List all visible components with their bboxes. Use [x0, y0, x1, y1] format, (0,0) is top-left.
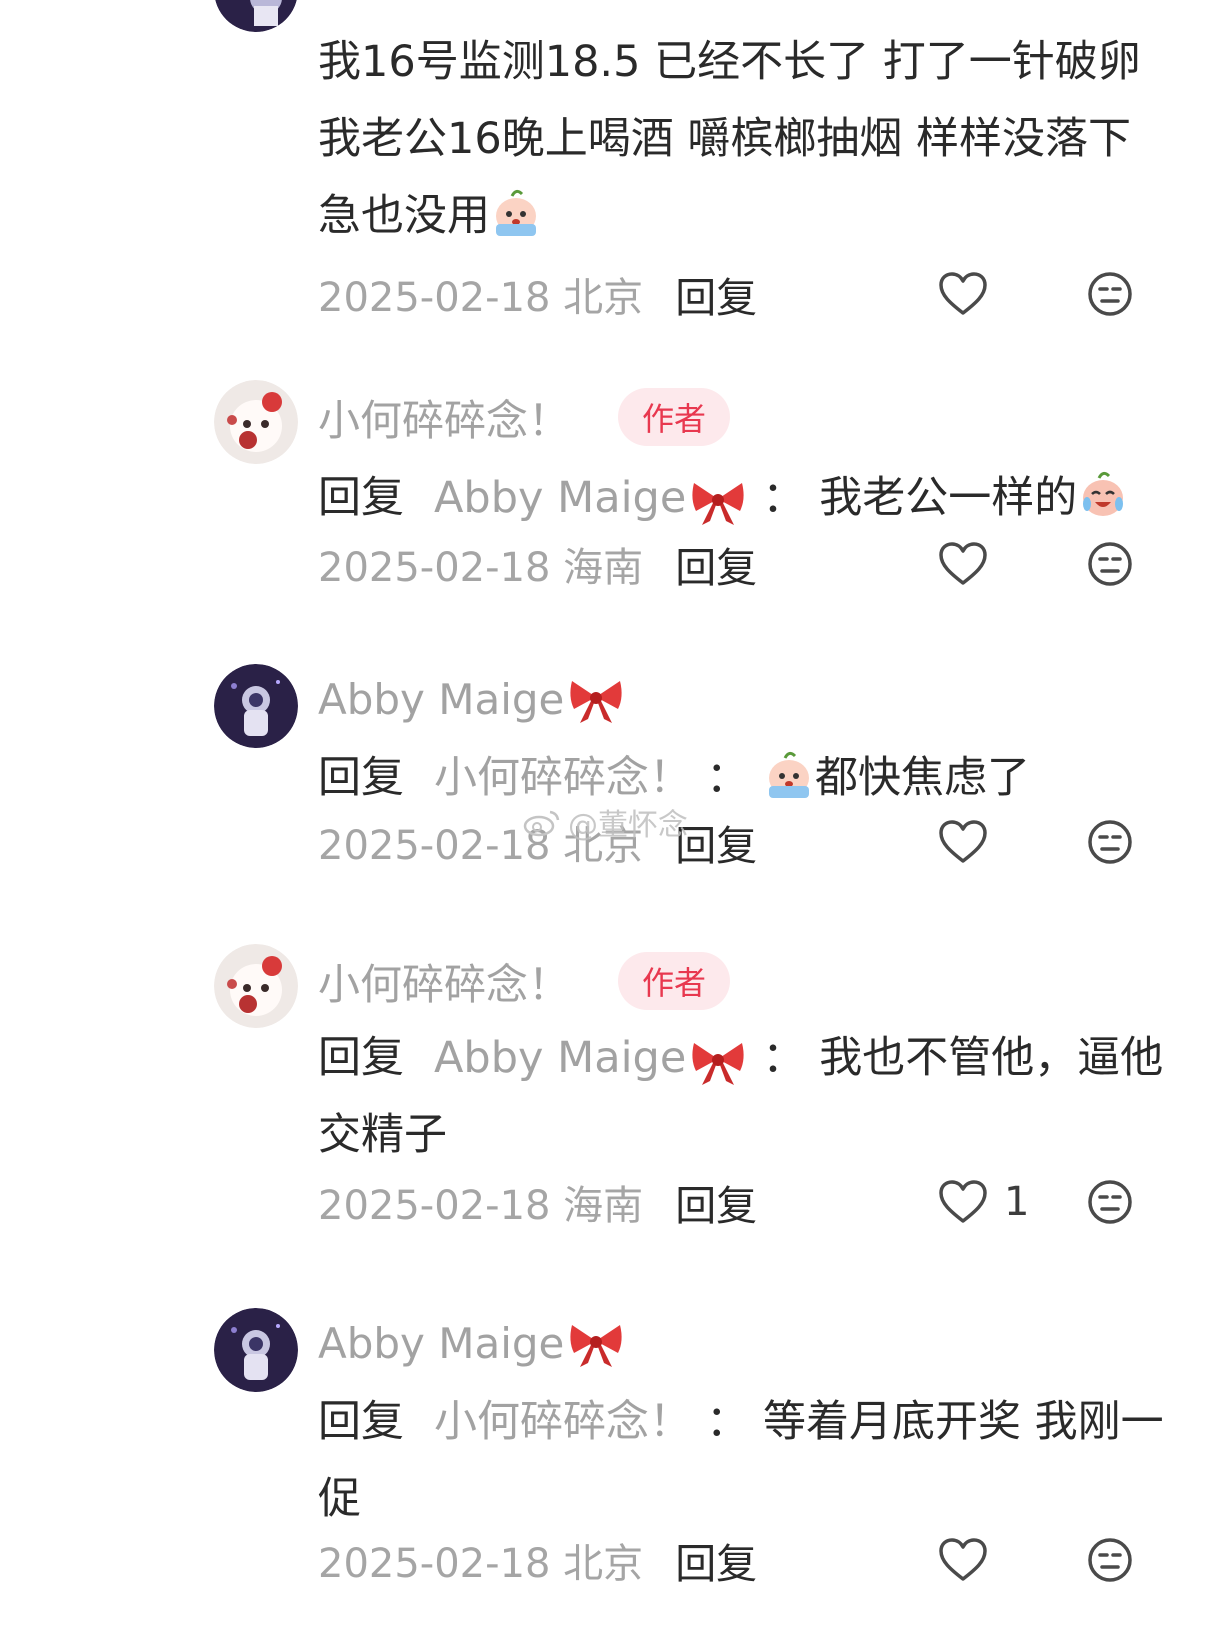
avatar-xiaohe[interactable]	[214, 380, 298, 464]
neutral-face-icon	[1088, 542, 1132, 586]
crying-face-emoji	[490, 186, 542, 238]
comment-header: 小何碎碎念！ 作者	[318, 946, 731, 1016]
crying-face-emoji	[763, 748, 815, 800]
red-bow-icon	[688, 475, 748, 527]
red-bow-icon	[566, 1317, 626, 1369]
reply-button[interactable]: 回复	[675, 534, 757, 594]
username[interactable]: Abby Maige	[318, 675, 564, 724]
avatar-xiaohe[interactable]	[214, 944, 298, 1028]
username[interactable]: 小何碎碎念！	[318, 951, 570, 1012]
like-button[interactable]: 1	[938, 1179, 1029, 1225]
heart-outline-icon	[939, 820, 987, 863]
like-button[interactable]	[938, 819, 988, 865]
dislike-button[interactable]	[1086, 540, 1134, 588]
red-bow-icon	[688, 1035, 748, 1087]
heart-outline-icon	[939, 542, 987, 585]
neutral-face-icon	[1088, 272, 1132, 316]
comment-meta: 2025-02-18 海南 回复 1	[318, 1172, 1198, 1232]
heart-outline-icon	[939, 1180, 987, 1223]
comment-meta: 2025-02-18 北京 回复	[318, 264, 1198, 324]
avatar-abby[interactable]	[214, 1308, 298, 1392]
comment-header: Abby Maige	[318, 1308, 626, 1378]
comment-meta: 2025-02-18 北京 回复	[318, 1530, 1198, 1590]
avatar-abby[interactable]	[214, 664, 298, 748]
reply-target-name[interactable]: Abby Maige	[434, 473, 686, 523]
heart-outline-icon	[939, 1538, 987, 1581]
like-button[interactable]	[938, 541, 988, 587]
comment-date: 2025-02-18 北京	[318, 275, 644, 321]
reply-button[interactable]: 回复	[675, 1530, 757, 1590]
username[interactable]: Abby Maige	[318, 1319, 564, 1368]
comment-header: Abby Maige	[318, 664, 626, 734]
neutral-face-icon	[1088, 820, 1132, 864]
like-button[interactable]	[938, 1537, 988, 1583]
reply-target-name[interactable]: 小何碎碎念！	[434, 1397, 692, 1447]
comment-text: 回复 小何碎碎念！：等着月底开奖 我刚一促	[318, 1397, 1164, 1524]
reply-button[interactable]: 回复	[675, 1172, 757, 1232]
weibo-logo-icon	[523, 810, 560, 837]
heart-outline-icon	[939, 272, 987, 315]
like-count: 1	[1004, 1179, 1030, 1225]
author-badge: 作者	[618, 952, 731, 1010]
comment-text: 回复 小何碎碎念！：都快焦虑了	[318, 740, 1178, 817]
avatar-abby[interactable]	[214, 0, 298, 32]
laughing-crying-emoji	[1077, 468, 1129, 520]
dislike-button[interactable]	[1086, 1178, 1134, 1226]
username[interactable]: 小何碎碎念！	[318, 387, 570, 448]
comment-text: 我16号监测18.5 已经不长了 打了一针破卵 我老公16晚上喝酒 嚼槟榔抽烟 …	[318, 37, 1141, 241]
watermark: @董怀念	[522, 800, 688, 844]
comment-header: 小何碎碎念！ 作者	[318, 382, 731, 452]
comment-text: 回复 Abby Maige：我也不管他，逼他交精子	[318, 1033, 1164, 1160]
comment-meta: 2025-02-18 北京 回复	[318, 812, 1198, 872]
comment-meta: 2025-02-18 海南 回复	[318, 534, 1198, 594]
like-button[interactable]	[938, 271, 988, 317]
author-badge: 作者	[618, 388, 731, 446]
comment-date: 2025-02-18 海南	[318, 1183, 644, 1229]
reply-target-name[interactable]: Abby Maige	[434, 1033, 686, 1083]
watermark-text: @董怀念	[568, 808, 688, 843]
reply-button[interactable]: 回复	[675, 264, 757, 324]
dislike-button[interactable]	[1086, 1536, 1134, 1584]
comment-text: 回复 Abby Maige：我老公一样的	[318, 460, 1178, 537]
dislike-button[interactable]	[1086, 270, 1134, 318]
dislike-button[interactable]	[1086, 818, 1134, 866]
comment-date: 2025-02-18 北京	[318, 1541, 644, 1587]
neutral-face-icon	[1088, 1538, 1132, 1582]
red-bow-icon	[566, 673, 626, 725]
reply-target-name[interactable]: 小何碎碎念！	[434, 753, 692, 803]
comment-thread: 我16号监测18.5 已经不长了 打了一针破卵 我老公16晚上喝酒 嚼槟榔抽烟 …	[0, 0, 1216, 1630]
neutral-face-icon	[1088, 1180, 1132, 1224]
comment-date: 2025-02-18 海南	[318, 545, 644, 591]
